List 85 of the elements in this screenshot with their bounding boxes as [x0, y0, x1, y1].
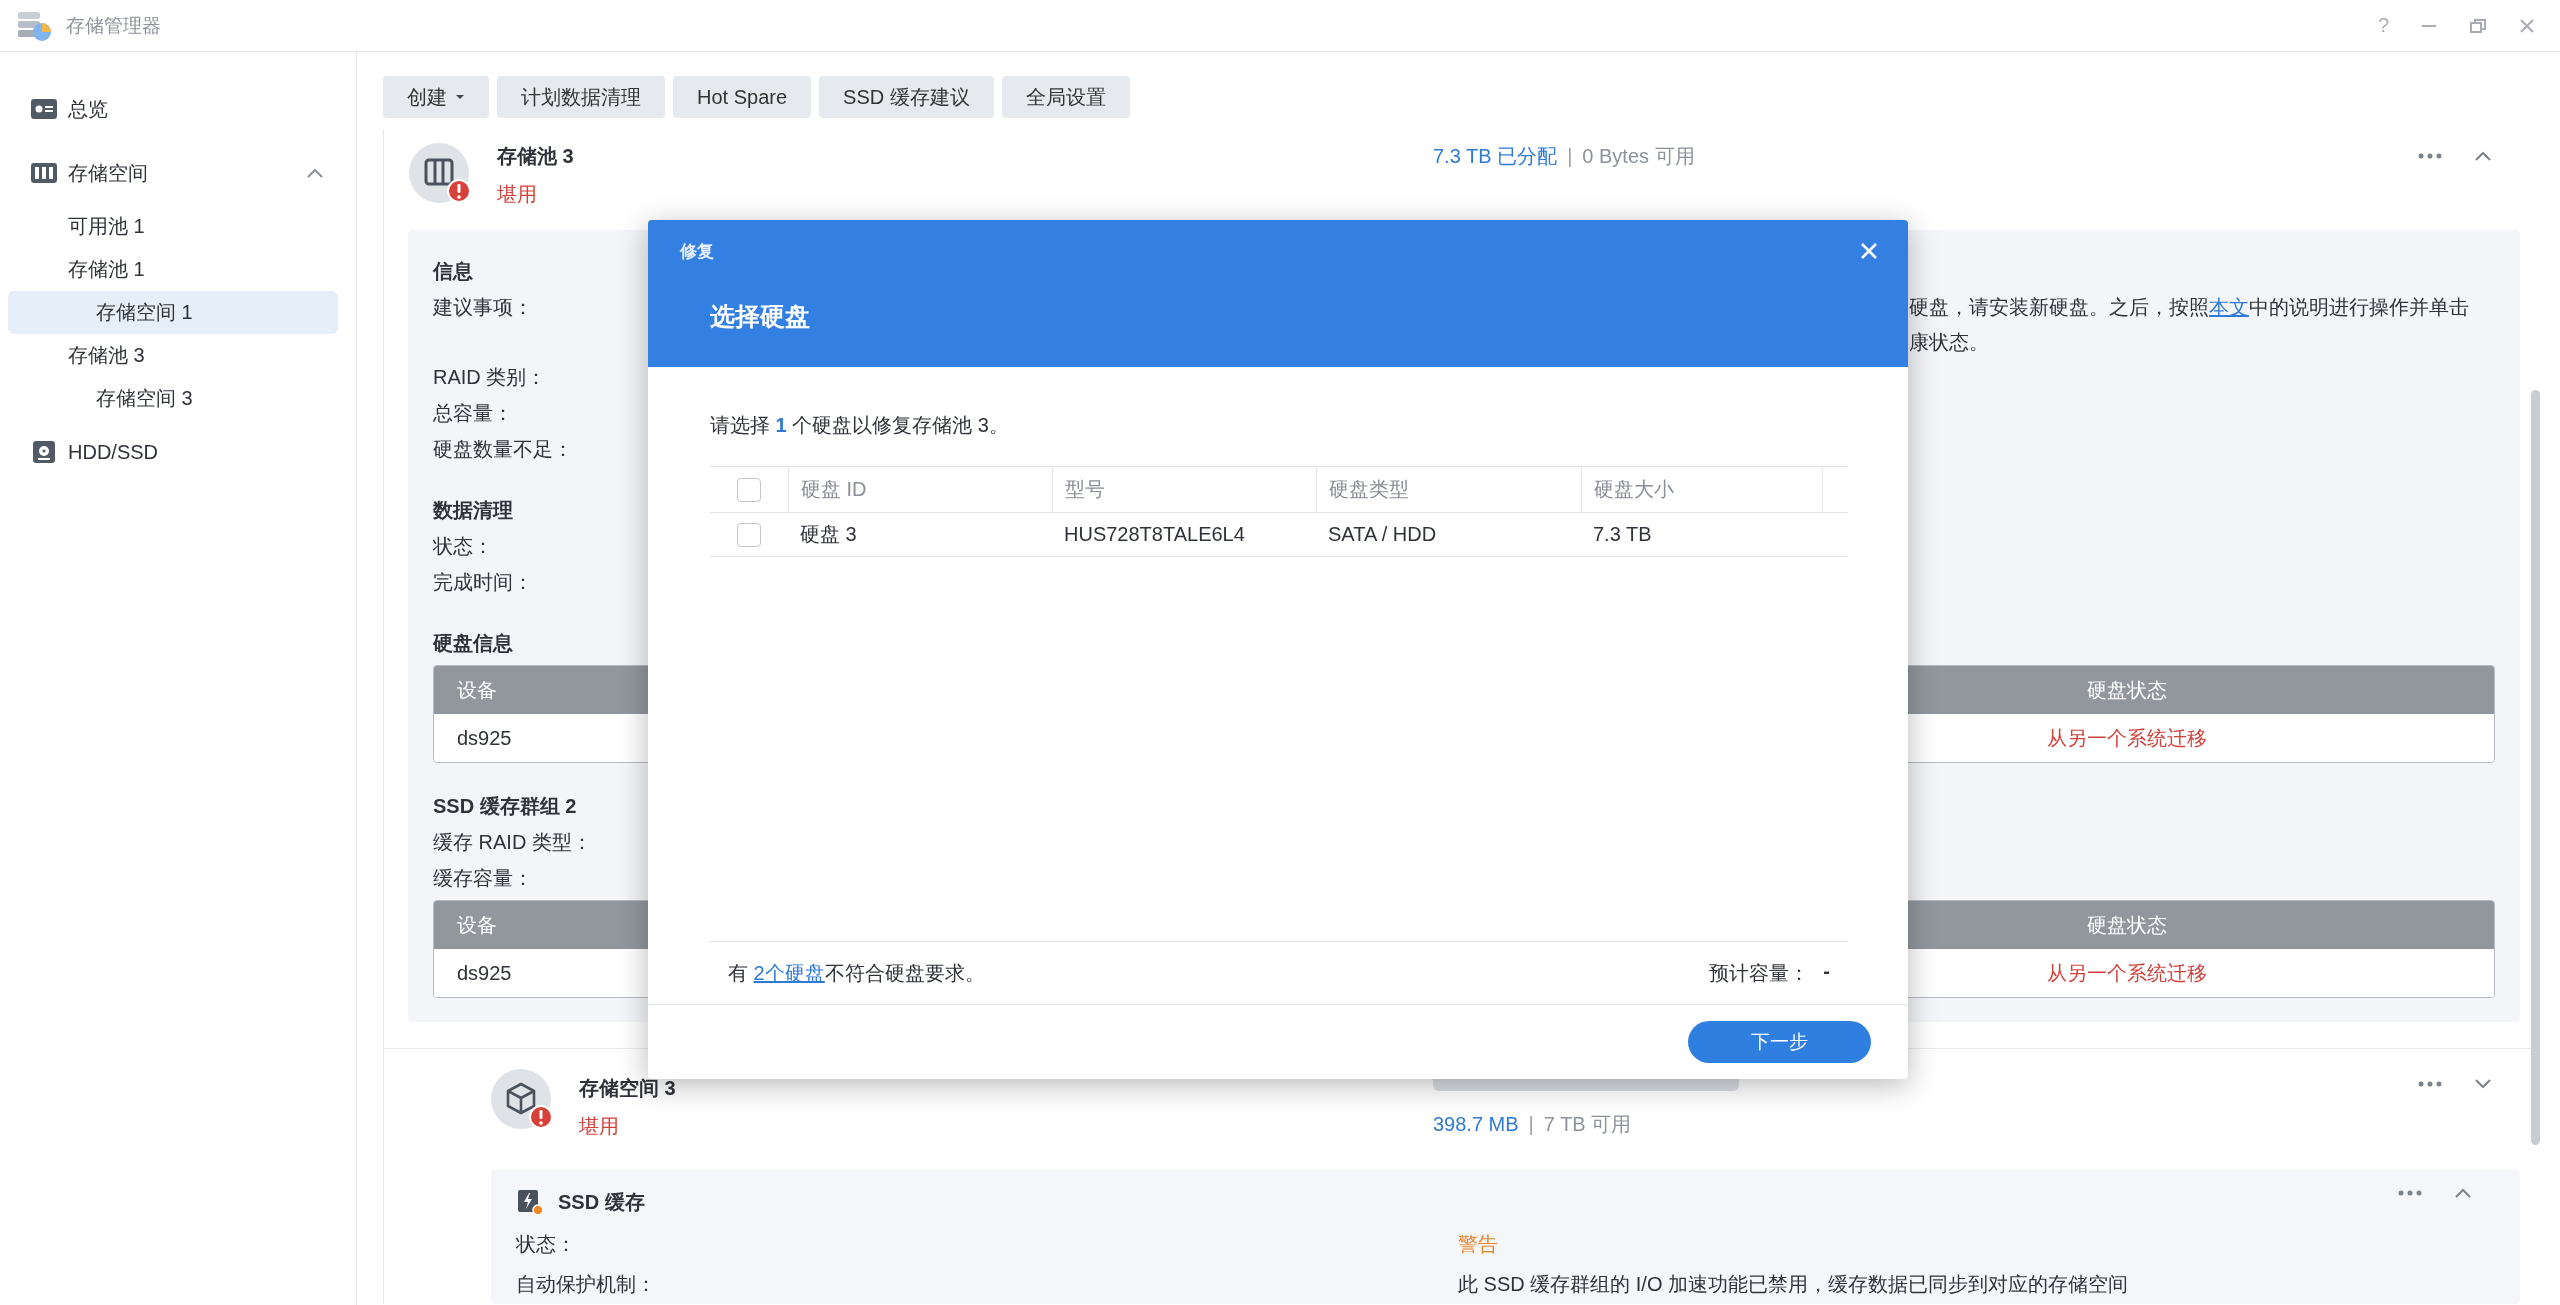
toolbar-button[interactable]: 计划数据清理: [497, 76, 665, 118]
field-label: RAID 类别：: [433, 366, 547, 388]
suggestion-text: 硬盘，请安装新硬盘。之后，按照本文中的说明进行操作并单击: [1909, 295, 2469, 320]
volume-status: 堪用: [579, 1114, 620, 1139]
separator-text: |: [1528, 1112, 1534, 1137]
section-heading: 信息: [433, 259, 474, 284]
storage-columns-icon: [30, 161, 58, 185]
section-heading: 数据清理: [433, 498, 514, 523]
sidebar-item[interactable]: 可用池 1: [8, 205, 338, 248]
chevron-up-icon[interactable]: [306, 167, 324, 179]
field-value: 此 SSD 缓存群组的 I/O 加速功能已禁用，缓存数据已同步到对应的存储空间: [1458, 1271, 2129, 1297]
column-header: 硬盘大小: [1594, 477, 1674, 502]
more-icon[interactable]: [2418, 1081, 2442, 1087]
dialog-caption: 修复: [680, 240, 714, 263]
cache-title: SSD 缓存: [558, 1189, 645, 1215]
volume-name: 存储空间 3: [579, 1076, 676, 1101]
note-text: 有 2个硬盘不符合硬盘要求。: [728, 960, 985, 986]
table-cell: HUS728T8TALE6L4: [1064, 523, 1245, 546]
chevron-up-icon[interactable]: [2474, 150, 2492, 162]
column-header: 设备: [457, 913, 497, 936]
restore-icon[interactable]: [2469, 16, 2487, 35]
field-label: 状态：: [433, 535, 493, 557]
field-label: 缓存 RAID 类型：: [433, 831, 592, 853]
field-value: 警告: [1458, 1231, 1498, 1257]
column-header: 硬盘状态: [2086, 678, 2167, 701]
sidebar-item[interactable]: 存储池 1: [8, 248, 338, 291]
estimate-label: 预计容量：: [1709, 960, 1810, 986]
scrollbar[interactable]: [2531, 390, 2540, 1145]
field-label: 完成时间：: [433, 571, 533, 593]
field-label: 总容量：: [433, 402, 513, 424]
column-header: 设备: [457, 678, 497, 701]
dialog-title: 选择硬盘: [710, 301, 811, 332]
column-header: 硬盘状态: [2086, 913, 2167, 936]
section-heading: 硬盘信息: [433, 631, 514, 656]
article-link[interactable]: 本文: [2209, 296, 2249, 318]
column-header: 硬盘类型: [1329, 477, 1409, 502]
chevron-up-icon[interactable]: [2454, 1187, 2472, 1199]
table-cell: 7.3 TB: [1593, 523, 1652, 546]
column-header: 型号: [1065, 477, 1105, 502]
table-cell: 从另一个系统迁移: [2046, 961, 2207, 984]
close-icon[interactable]: [1860, 242, 1878, 260]
table-cell: 从另一个系统迁移: [2046, 726, 2207, 749]
prompt-text: 请选择 1 个硬盘以修复存储池 3。: [710, 413, 1010, 438]
column-header: 硬盘 ID: [801, 477, 867, 502]
table-cell: ds925: [457, 726, 512, 749]
separator-text: |: [1567, 144, 1573, 169]
cache-warning-icon: [516, 1188, 544, 1216]
table-cell: SATA / HDD: [1328, 523, 1437, 546]
toolbar-button[interactable]: Hot Spare: [673, 76, 812, 118]
sidebar-item[interactable]: 存储空间 1: [8, 291, 338, 334]
window-title: 存储管理器: [66, 13, 161, 38]
sidebar-item[interactable]: 总览: [8, 77, 338, 141]
app-logo-icon: [16, 9, 52, 42]
field-label: 自动保护机制：: [516, 1272, 656, 1295]
estimate-value: -: [1823, 959, 1830, 984]
field-label: 缓存容量：: [433, 867, 533, 889]
pool-status: 堪用: [497, 182, 538, 207]
toolbar-button[interactable]: 创建: [383, 76, 489, 118]
table-cell-text: 硬盘 3: [800, 522, 857, 547]
next-button[interactable]: 下一步: [1688, 1021, 1871, 1063]
sidebar-item[interactable]: HDD/SSD: [8, 420, 338, 484]
allocated-text: 7.3 TB 已分配: [1433, 144, 1558, 169]
sidebar-item[interactable]: 存储空间: [8, 141, 338, 205]
table-cell: ds925: [457, 961, 512, 984]
sidebar-item[interactable]: 存储池 3: [8, 334, 338, 377]
disks-link[interactable]: 2个硬盘: [753, 961, 825, 984]
id-card-icon: [30, 97, 58, 121]
field-label: 硬盘数量不足：: [433, 438, 573, 460]
used-text: 398.7 MB: [1433, 1112, 1519, 1137]
more-icon[interactable]: [2398, 1190, 2422, 1196]
available-text: 0 Bytes 可用: [1582, 144, 1695, 169]
suggestion-text: 康状态。: [1909, 330, 1990, 355]
field-label: 状态：: [516, 1232, 576, 1255]
sidebar-item[interactable]: 存储空间 3: [8, 377, 338, 420]
toolbar-button[interactable]: 全局设置: [1001, 76, 1130, 118]
section-heading: SSD 缓存群组 2: [433, 794, 578, 819]
pool-name: 存储池 3: [497, 144, 574, 169]
field-label: 建议事项：: [433, 296, 533, 318]
more-icon[interactable]: [2418, 153, 2442, 159]
available-text: 7 TB 可用: [1543, 1112, 1632, 1137]
close-icon[interactable]: [2518, 16, 2536, 35]
chevron-down-icon[interactable]: [2474, 1078, 2492, 1090]
checkbox[interactable]: [737, 522, 761, 547]
toolbar-button[interactable]: SSD 缓存建议: [819, 76, 994, 118]
checkbox[interactable]: [737, 477, 761, 502]
